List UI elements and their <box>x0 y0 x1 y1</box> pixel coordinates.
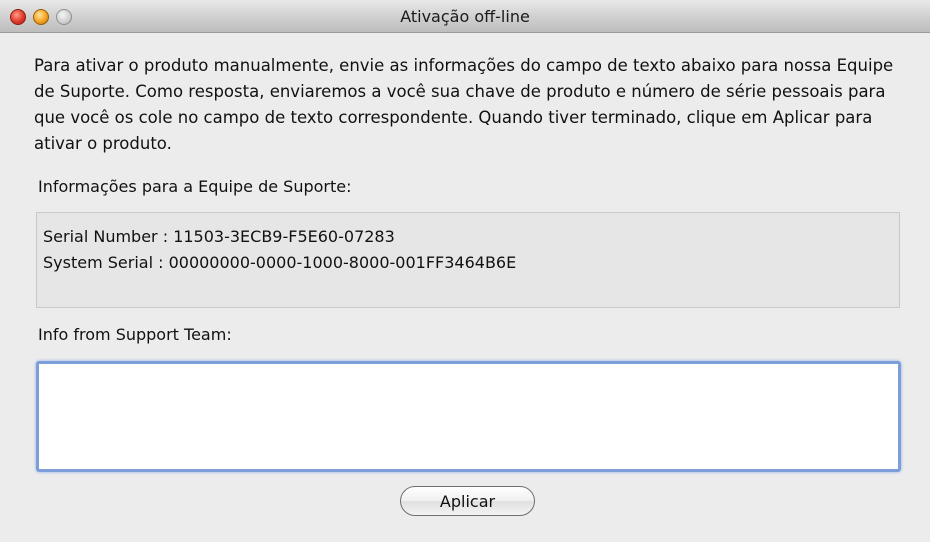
support-info-label: Informações para a Equipe de Suporte: <box>38 177 352 196</box>
offline-activation-window: Ativação off-line Para ativar o produto … <box>0 0 930 542</box>
support-reply-label: Info from Support Team: <box>38 325 232 344</box>
apply-button[interactable]: Aplicar <box>400 486 535 516</box>
support-info-box[interactable]: Serial Number : 11503-3ECB9-F5E60-07283 … <box>36 212 900 308</box>
system-serial-line: System Serial : 00000000-0000-1000-8000-… <box>43 253 517 272</box>
support-reply-input[interactable] <box>36 361 901 472</box>
title-bar[interactable]: Ativação off-line <box>0 0 930 33</box>
instructions-text: Para ativar o produto manualmente, envie… <box>34 56 894 153</box>
window-title: Ativação off-line <box>400 7 530 26</box>
serial-number-line: Serial Number : 11503-3ECB9-F5E60-07283 <box>43 227 395 246</box>
